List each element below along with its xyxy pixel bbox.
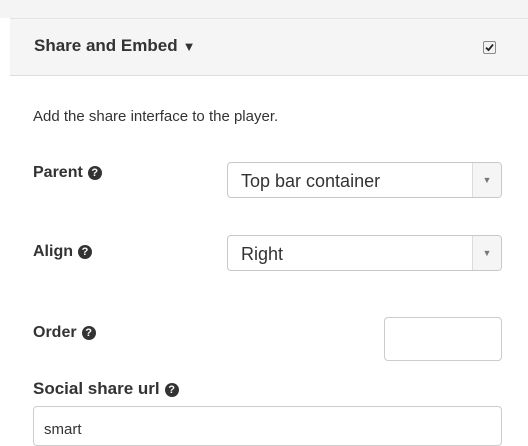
- checkmark-icon: [485, 44, 494, 52]
- social-share-url-label-text: Social share url: [33, 379, 160, 398]
- share-embed-panel-header[interactable]: Share and Embed ▼: [10, 18, 528, 76]
- chevron-down-icon[interactable]: ▼: [472, 163, 501, 197]
- social-share-url-input[interactable]: [33, 406, 502, 446]
- question-circle-icon[interactable]: ?: [87, 166, 102, 180]
- chevron-down-icon[interactable]: ▼: [472, 236, 501, 270]
- social-share-url-label: Social share url?: [33, 379, 179, 399]
- panel-description: Add the share interface to the player.: [33, 108, 279, 125]
- order-label: Order?: [33, 324, 96, 342]
- panel-title[interactable]: Share and Embed ▼: [34, 36, 195, 56]
- parent-label-text: Parent: [33, 164, 83, 181]
- align-label-text: Align: [33, 243, 73, 260]
- align-label: Align?: [33, 243, 92, 261]
- question-circle-icon[interactable]: ?: [164, 383, 179, 397]
- parent-select-value: Top bar container: [241, 171, 381, 191]
- question-circle-icon[interactable]: ?: [81, 326, 96, 340]
- order-input[interactable]: [384, 317, 502, 361]
- top-strip: [0, 0, 528, 18]
- align-select[interactable]: Right ▼: [227, 235, 502, 271]
- parent-select[interactable]: Top bar container ▼: [227, 162, 502, 198]
- panel-title-text: Share and Embed: [34, 36, 178, 55]
- align-select-value: Right: [241, 244, 284, 264]
- parent-label: Parent?: [33, 164, 102, 182]
- question-circle-icon[interactable]: ?: [78, 245, 92, 259]
- order-label-text: Order: [33, 324, 77, 341]
- enable-share-checkbox[interactable]: [483, 41, 496, 54]
- caret-down-icon: ▼: [182, 39, 196, 54]
